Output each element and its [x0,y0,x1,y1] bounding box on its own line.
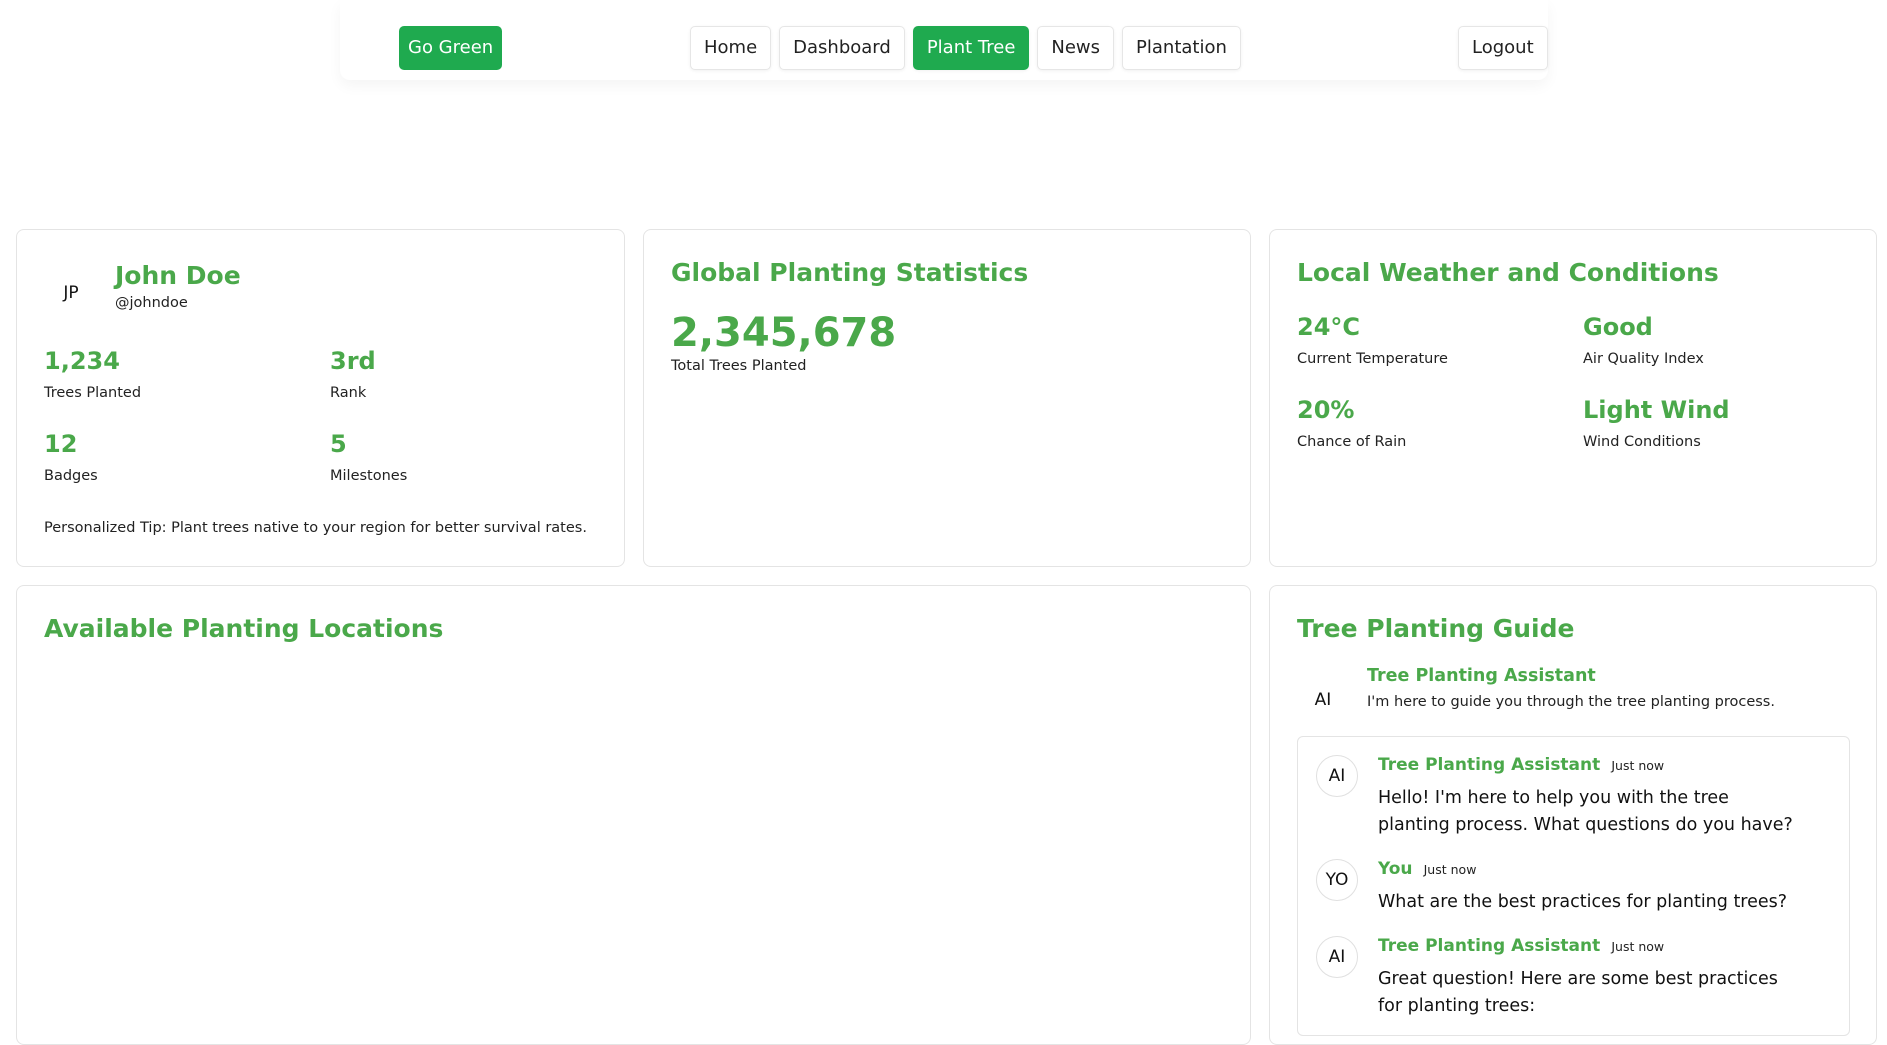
stat-label: Badges [44,468,98,484]
nav-news-button[interactable]: News [1037,26,1115,70]
locations-map-area[interactable] [44,656,1224,1026]
card-title: Tree Planting Guide [1297,614,1575,643]
logout-button[interactable]: Logout [1458,26,1548,70]
assistant-description: I'm here to guide you through the tree p… [1367,694,1775,710]
message-text: What are the best practices for planting… [1378,892,1788,912]
message-header: You Just now [1378,859,1476,879]
message-sender: Tree Planting Assistant [1378,755,1601,775]
message-time: Just now [1423,862,1477,877]
top-navbar: Go Green Home Dashboard Plant Tree News … [340,0,1548,80]
planting-guide-card: Tree Planting Guide AI Tree Planting Ass… [1269,585,1877,1045]
stat-value: 12 [44,430,78,458]
stat-label: Milestones [330,468,408,484]
card-title: Local Weather and Conditions [1297,258,1719,287]
profile-name: John Doe [115,261,241,290]
message-sender: Tree Planting Assistant [1378,936,1601,956]
chat-messages[interactable]: AI Tree Planting Assistant Just now Hell… [1297,736,1850,1036]
card-title: Available Planting Locations [44,614,444,643]
nav-home-button[interactable]: Home [690,26,772,70]
stat-value: 3rd [330,347,376,375]
weather-label: Chance of Rain [1297,434,1407,450]
weather-rain: 20% Chance of Rain [1297,393,1577,450]
message-header: Tree Planting Assistant Just now [1378,936,1664,956]
total-trees-label: Total Trees Planted [671,358,807,374]
weather-value: Light Wind [1583,396,1730,424]
message-avatar: AI [1316,755,1358,797]
message-time: Just now [1611,758,1665,773]
weather-air-quality: Good Air Quality Index [1583,310,1863,367]
nav-plantation-button[interactable]: Plantation [1122,26,1241,70]
nav-dashboard-button[interactable]: Dashboard [779,26,905,70]
assistant-name: Tree Planting Assistant [1367,666,1596,686]
stat-label: Rank [330,385,367,401]
profile-handle: @johndoe [115,295,188,311]
nav-links: Home Dashboard Plant Tree News Plantatio… [690,26,1241,70]
weather-value: Good [1583,313,1653,341]
message-sender: You [1378,859,1413,879]
stat-badges: 12 Badges [44,427,294,484]
global-stats-card: Global Planting Statistics 2,345,678 Tot… [643,229,1251,567]
assistant-header: AI Tree Planting Assistant I'm here to g… [1297,666,1850,736]
assistant-avatar: AI [1314,690,1332,710]
message-time: Just now [1611,939,1665,954]
message-text: Hello! I'm here to help you with the tre… [1378,788,1793,835]
message-text: Great question! Here are some best pract… [1378,969,1778,1016]
weather-value: 24°C [1297,313,1361,341]
message-avatar: YO [1316,859,1358,901]
message-header: Tree Planting Assistant Just now [1378,755,1664,775]
weather-label: Air Quality Index [1583,351,1704,367]
stat-label: Trees Planted [44,385,142,401]
nav-plant-tree-button[interactable]: Plant Tree [912,26,1030,70]
card-title: Global Planting Statistics [671,258,1029,287]
avatar: JP [63,283,79,303]
weather-wind: Light Wind Wind Conditions [1583,393,1863,450]
stat-value: 5 [330,430,347,458]
planting-locations-card: Available Planting Locations [16,585,1251,1045]
profile-card: JP John Doe @johndoe 1,234 Trees Planted… [16,229,625,567]
brand-button[interactable]: Go Green [399,26,503,70]
stat-trees-planted: 1,234 Trees Planted [44,344,294,401]
total-trees-value: 2,345,678 [671,310,897,356]
weather-label: Current Temperature [1297,351,1448,367]
stat-milestones: 5 Milestones [330,427,580,484]
weather-temperature: 24°C Current Temperature [1297,310,1577,367]
stat-rank: 3rd Rank [330,344,580,401]
message-avatar: AI [1316,936,1358,978]
weather-label: Wind Conditions [1583,434,1701,450]
weather-value: 20% [1297,396,1355,424]
weather-card: Local Weather and Conditions 24°C Curren… [1269,229,1877,567]
stat-value: 1,234 [44,347,120,375]
personalized-tip: Personalized Tip: Plant trees native to … [44,520,587,536]
